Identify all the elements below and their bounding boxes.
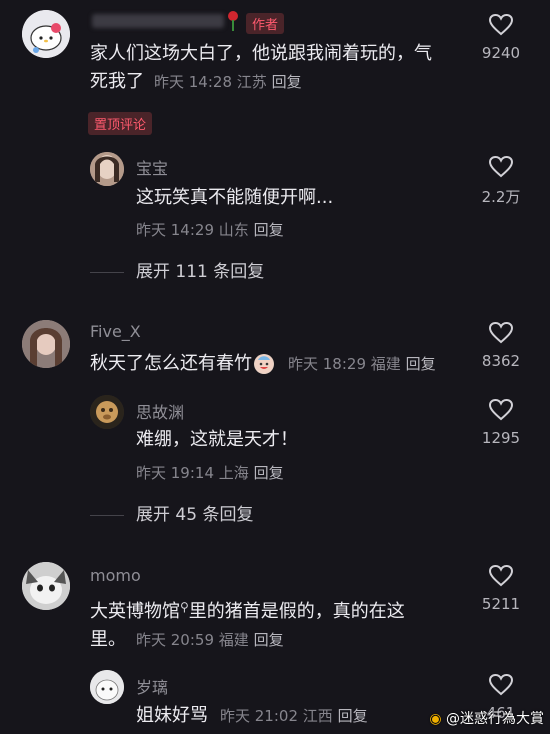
search-icon: ⚲ xyxy=(180,600,189,614)
watermark: ◉ @迷惑行為大賞 xyxy=(429,711,544,727)
heart-icon xyxy=(489,674,513,696)
comment-text: 大英博物馆⚲里的猪首是假的，真的在这 里。 昨天 20:59 福建 回复 xyxy=(90,600,405,650)
like-count: 8362 xyxy=(481,352,521,370)
laughing-emoji-icon xyxy=(254,354,274,374)
pinned-badge: 置顶评论 xyxy=(88,112,153,135)
comment-location: 江苏 xyxy=(236,73,267,91)
like-button[interactable]: 5211 xyxy=(466,565,536,613)
author-name[interactable] xyxy=(92,14,224,28)
comment-time: 昨天 20:59 xyxy=(136,631,214,649)
like-count: 1295 xyxy=(481,429,521,447)
avatar[interactable] xyxy=(22,562,70,610)
reply-button[interactable]: 回复 xyxy=(272,73,302,91)
like-button[interactable]: 2.2万 xyxy=(466,156,536,207)
divider xyxy=(90,271,124,273)
heart-icon xyxy=(489,156,513,178)
comment-location: 福建 xyxy=(370,355,401,373)
heart-icon xyxy=(489,399,513,421)
heart-icon xyxy=(489,14,513,36)
reply-text: 难绷，这就是天才！ xyxy=(136,429,298,450)
author-name[interactable]: momo xyxy=(90,566,141,585)
reply-author-name[interactable]: 宝宝 xyxy=(136,155,168,179)
reply-button[interactable]: 回复 xyxy=(406,355,436,373)
author-badge: 作者 xyxy=(246,13,285,34)
reply-location: 江西 xyxy=(302,707,333,725)
reply-button[interactable]: 回复 xyxy=(338,707,368,725)
comment-time: 昨天 18:29 xyxy=(288,355,366,373)
divider xyxy=(90,514,124,516)
like-button[interactable]: 8362 xyxy=(466,322,536,370)
comment-location: 福建 xyxy=(218,631,249,649)
reply-text: 姐妹好骂 昨天 21:02 江西 回复 xyxy=(136,705,368,726)
heart-icon xyxy=(489,565,513,587)
comment-time: 昨天 14:28 xyxy=(154,73,232,91)
like-count: 9240 xyxy=(481,44,521,62)
reply-author-name[interactable]: 思故渊 xyxy=(136,399,184,423)
like-count: 2.2万 xyxy=(481,188,521,206)
reply-meta: 昨天 19:14 上海 回复 xyxy=(136,464,284,482)
reply-time: 昨天 21:02 xyxy=(220,707,298,725)
comment-text: 家人们这场大白了，他说跟我闹着玩的，气 死我了 昨天 14:28 江苏 回复 xyxy=(90,43,432,92)
reply-meta: 昨天 14:29 山东 回复 xyxy=(136,221,284,239)
avatar[interactable] xyxy=(90,670,124,704)
like-button[interactable]: 1295 xyxy=(466,399,536,447)
rose-icon xyxy=(226,10,240,36)
heart-icon xyxy=(489,322,513,344)
like-button[interactable]: 9240 xyxy=(466,14,536,62)
reply-button[interactable]: 回复 xyxy=(254,464,284,482)
expand-replies-button[interactable]: 展开 45 条回复 xyxy=(90,500,253,525)
author-name[interactable]: Five_X xyxy=(90,322,141,341)
like-count: 5211 xyxy=(481,595,521,613)
avatar[interactable] xyxy=(22,320,70,368)
comment-text: 秋天了怎么还有春竹 昨天 18:29 福建 回复 xyxy=(90,353,436,374)
search-keyword-link[interactable]: 大英博物馆 xyxy=(90,601,180,622)
avatar[interactable] xyxy=(22,10,70,58)
avatar[interactable] xyxy=(90,395,124,429)
avatar[interactable] xyxy=(90,152,124,186)
expand-replies-button[interactable]: 展开 111 条回复 xyxy=(90,257,264,282)
reply-button[interactable]: 回复 xyxy=(254,221,284,239)
reply-button[interactable]: 回复 xyxy=(254,631,284,649)
reply-text: 这玩笑真不能随便开啊... xyxy=(136,187,334,208)
reply-author-name[interactable]: 岁璃 xyxy=(136,674,168,698)
weibo-icon: ◉ xyxy=(429,711,442,727)
